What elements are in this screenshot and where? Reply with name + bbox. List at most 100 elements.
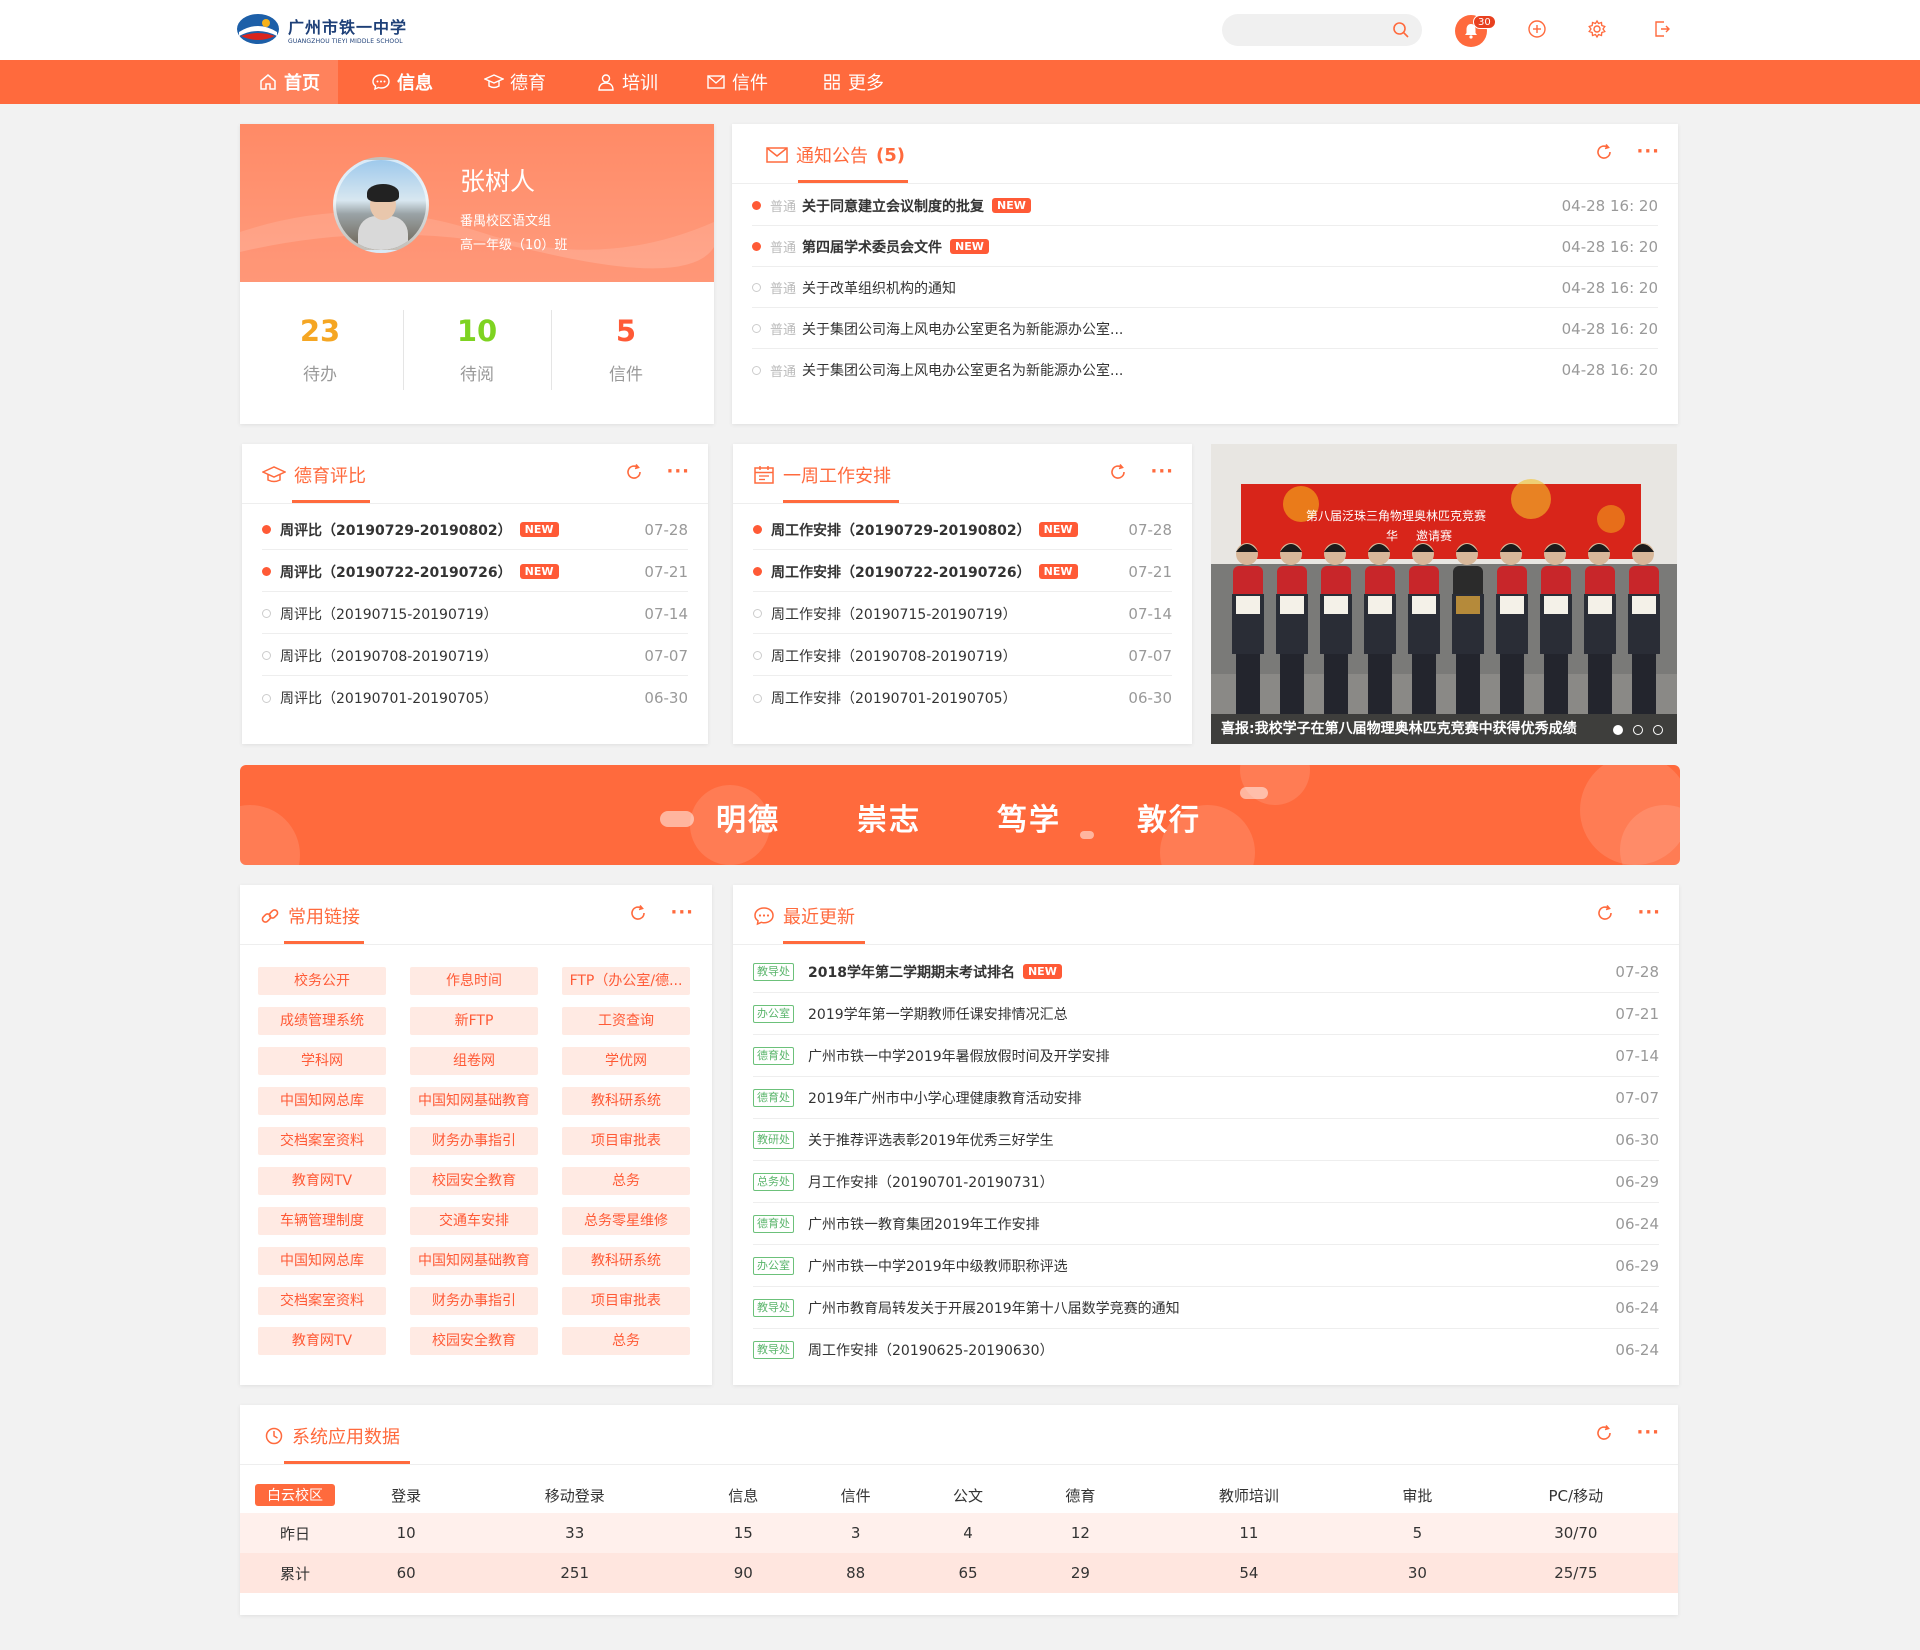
item-title[interactable]: 周工作安排（20190722-20190726） [771, 562, 1031, 582]
list-item[interactable]: 办公室 2019学年第一学期教师任课安排情况汇总 07-21 [753, 993, 1659, 1035]
list-item[interactable]: 办公室 广州市铁一中学2019年中级教师职称评选 06-29 [753, 1245, 1659, 1287]
item-title[interactable]: 2019年广州市中小学心理健康教育活动安排 [808, 1088, 1082, 1108]
item-title[interactable]: 关于改革组织机构的通知 [802, 278, 956, 298]
quick-link[interactable]: 项目审批表 [562, 1287, 690, 1315]
list-item[interactable]: 普通 关于改革组织机构的通知 04-28 16: 20 [752, 268, 1658, 308]
list-item[interactable]: 教导处 广州市教育局转发关于开展2019年第十八届数学竞赛的通知 06-24 [753, 1287, 1659, 1329]
item-title[interactable]: 周工作安排（20190701-20190705） [771, 688, 1017, 708]
quick-link[interactable]: 学科网 [258, 1047, 386, 1075]
quick-link[interactable]: 教育网TV [258, 1327, 386, 1355]
quick-link[interactable]: 校园安全教育 [410, 1167, 538, 1195]
item-title[interactable]: 周评比（20190722-20190726） [280, 562, 512, 582]
more-icon[interactable]: ··· [1150, 463, 1174, 481]
list-item[interactable]: 周评比（20190701-20190705） 06-30 [262, 678, 688, 718]
list-item[interactable]: 德育处 2019年广州市中小学心理健康教育活动安排 07-07 [753, 1077, 1659, 1119]
settings-icon[interactable] [1584, 16, 1610, 42]
stat-toread[interactable]: 10 待阅 [402, 314, 552, 385]
quick-link[interactable]: 工资查询 [562, 1007, 690, 1035]
quick-link[interactable]: 教育网TV [258, 1167, 386, 1195]
quick-link[interactable]: 组卷网 [410, 1047, 538, 1075]
item-title[interactable]: 周评比（20190708-20190719） [280, 646, 498, 666]
quick-link[interactable]: 校务公开 [258, 967, 386, 995]
nav-mail[interactable]: 信件 [688, 60, 786, 104]
quick-link[interactable]: 财务办事指引 [410, 1287, 538, 1315]
list-item[interactable]: 周工作安排（20190729-20190802） NEW 07-28 [753, 510, 1172, 550]
quick-link[interactable]: FTP（办公室/德... [562, 967, 690, 995]
search-icon[interactable] [1392, 21, 1410, 43]
more-icon[interactable]: ··· [1637, 904, 1661, 922]
list-item[interactable]: 教研处 关于推荐评选表彰2019年优秀三好学生 06-30 [753, 1119, 1659, 1161]
quick-link[interactable]: 新FTP [410, 1007, 538, 1035]
list-item[interactable]: 周工作安排（20190715-20190719） 07-14 [753, 594, 1172, 634]
quick-link[interactable]: 教科研系统 [562, 1247, 690, 1275]
item-title[interactable]: 2018学年第二学期期末考试排名 [808, 962, 1015, 982]
list-item[interactable]: 周工作安排（20190722-20190726） NEW 07-21 [753, 552, 1172, 592]
item-title[interactable]: 月工作安排（20190701-20190731） [808, 1172, 1054, 1192]
list-item[interactable]: 周评比（20190729-20190802） NEW 07-28 [262, 510, 688, 550]
list-item[interactable]: 普通 关于集团公司海上风电办公室更名为新能源办公室... 04-28 16: 20 [752, 350, 1658, 390]
notifications-button[interactable]: 30 [1455, 12, 1496, 47]
quick-link[interactable]: 交档案室资料 [258, 1287, 386, 1315]
item-title[interactable]: 关于同意建立会议制度的批复 [802, 196, 984, 216]
more-icon[interactable]: ··· [1636, 143, 1660, 161]
quick-link[interactable]: 中国知网基础教育 [410, 1247, 538, 1275]
refresh-icon[interactable] [1108, 462, 1128, 482]
nav-moral[interactable]: 德育 [466, 60, 564, 104]
avatar[interactable] [333, 157, 429, 253]
list-item[interactable]: 总务处 月工作安排（20190701-20190731） 06-29 [753, 1161, 1659, 1203]
campus-selector[interactable]: 白云校区 [255, 1484, 335, 1506]
carousel-dot-1[interactable] [1613, 725, 1623, 735]
quick-link[interactable]: 校园安全教育 [410, 1327, 538, 1355]
quick-link[interactable]: 总务 [562, 1327, 690, 1355]
nav-training[interactable]: 培训 [578, 60, 676, 104]
quick-link[interactable]: 作息时间 [410, 967, 538, 995]
list-item[interactable]: 德育处 广州市铁一教育集团2019年工作安排 06-24 [753, 1203, 1659, 1245]
carousel-dot-3[interactable] [1653, 725, 1663, 735]
quick-link[interactable]: 中国知网总库 [258, 1087, 386, 1115]
item-title[interactable]: 广州市铁一中学2019年暑假放假时间及开学安排 [808, 1046, 1110, 1066]
carousel-dot-2[interactable] [1633, 725, 1643, 735]
item-title[interactable]: 关于集团公司海上风电办公室更名为新能源办公室... [802, 360, 1123, 380]
quick-link[interactable]: 项目审批表 [562, 1127, 690, 1155]
quick-link[interactable]: 总务 [562, 1167, 690, 1195]
refresh-icon[interactable] [1595, 903, 1615, 923]
list-item[interactable]: 教导处 周工作安排（20190625-20190630） 06-24 [753, 1329, 1659, 1371]
school-logo[interactable]: 广州市铁一中学 GUANGZHOU TIEYI MIDDLE SCHOOL [236, 12, 407, 46]
nav-more[interactable]: 更多 [804, 60, 902, 104]
refresh-icon[interactable] [624, 462, 644, 482]
item-title[interactable]: 关于集团公司海上风电办公室更名为新能源办公室... [802, 319, 1123, 339]
refresh-icon[interactable] [628, 903, 648, 923]
more-icon[interactable]: ··· [1636, 1424, 1660, 1442]
item-title[interactable]: 周工作安排（20190729-20190802） [771, 520, 1031, 540]
list-item[interactable]: 德育处 广州市铁一中学2019年暑假放假时间及开学安排 07-14 [753, 1035, 1659, 1077]
item-title[interactable]: 周评比（20190701-20190705） [280, 688, 498, 708]
quick-link[interactable]: 成绩管理系统 [258, 1007, 386, 1035]
item-title[interactable]: 广州市铁一教育集团2019年工作安排 [808, 1214, 1040, 1234]
quick-link[interactable]: 中国知网基础教育 [410, 1087, 538, 1115]
photo-caption[interactable]: 喜报:我校学子在第八届物理奥林匹克竞赛中获得优秀成绩 [1211, 714, 1677, 744]
item-title[interactable]: 周评比（20190729-20190802） [280, 520, 512, 540]
news-carousel[interactable]: 第八届泛珠三角物理奥林匹克竞赛 华 邀请赛 喜报:我校学子在第八届物理奥林匹克竞… [1211, 444, 1677, 744]
add-icon[interactable] [1524, 16, 1550, 42]
more-icon[interactable]: ··· [666, 463, 690, 481]
quick-link[interactable]: 财务办事指引 [410, 1127, 538, 1155]
list-item[interactable]: 普通 关于同意建立会议制度的批复 NEW 04-28 16: 20 [752, 186, 1658, 226]
list-item[interactable]: 普通 第四届学术委员会文件 NEW 04-28 16: 20 [752, 227, 1658, 267]
search-input[interactable] [1222, 14, 1382, 46]
quick-link[interactable]: 总务零星维修 [562, 1207, 690, 1235]
item-title[interactable]: 关于推荐评选表彰2019年优秀三好学生 [808, 1130, 1054, 1150]
refresh-icon[interactable] [1594, 1423, 1614, 1443]
quick-link[interactable]: 中国知网总库 [258, 1247, 386, 1275]
list-item[interactable]: 教导处 2018学年第二学期期末考试排名 NEW 07-28 [753, 951, 1659, 993]
list-item[interactable]: 周工作安排（20190701-20190705） 06-30 [753, 678, 1172, 718]
logout-icon[interactable] [1649, 16, 1675, 42]
quick-link[interactable]: 车辆管理制度 [258, 1207, 386, 1235]
item-title[interactable]: 广州市铁一中学2019年中级教师职称评选 [808, 1256, 1068, 1276]
quick-link[interactable]: 交通车安排 [410, 1207, 538, 1235]
item-title[interactable]: 周工作安排（20190708-20190719） [771, 646, 1017, 666]
list-item[interactable]: 周评比（20190715-20190719） 07-14 [262, 594, 688, 634]
stat-todo[interactable]: 23 待办 [245, 314, 395, 385]
quick-link[interactable]: 交档案室资料 [258, 1127, 386, 1155]
item-title[interactable]: 广州市教育局转发关于开展2019年第十八届数学竞赛的通知 [808, 1298, 1180, 1318]
stat-mail[interactable]: 5 信件 [551, 314, 701, 385]
